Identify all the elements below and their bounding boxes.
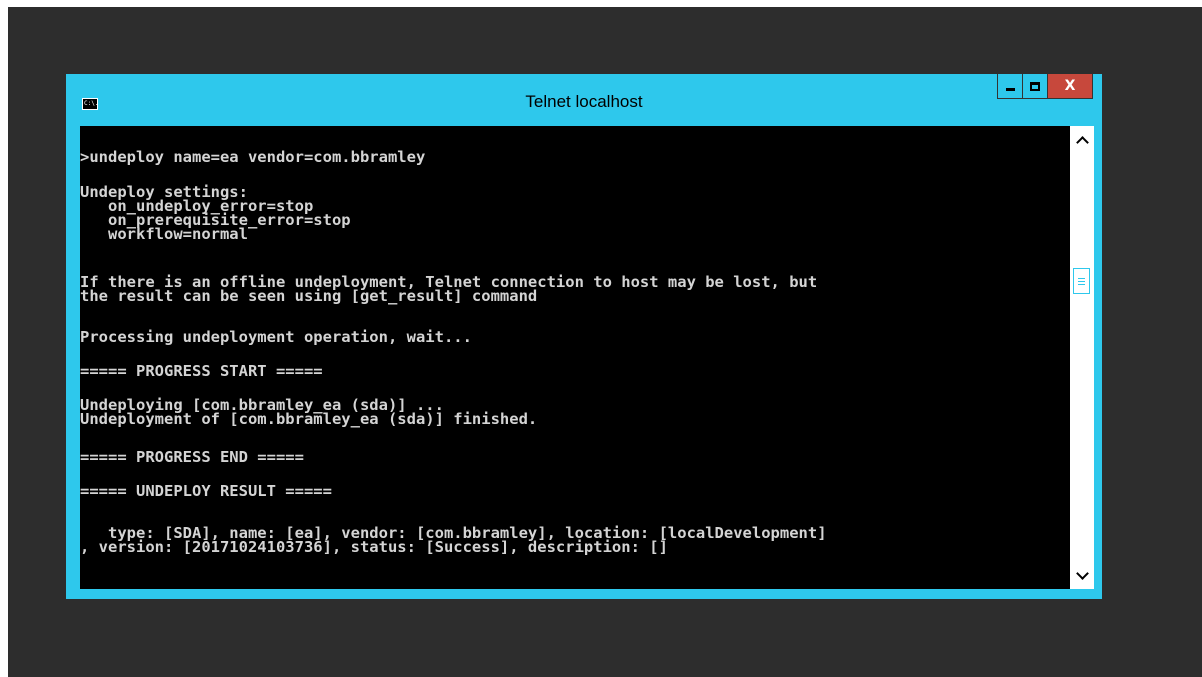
minimize-button[interactable] <box>997 74 1023 99</box>
window-controls: X <box>997 74 1093 99</box>
desktop-background: C:\. Telnet localhost X >undeploy name=e… <box>8 7 1202 677</box>
console-line: Undeployment of [com.bbramley_ea (sda)] … <box>80 410 538 428</box>
scroll-down-button[interactable] <box>1070 565 1094 585</box>
console-line: the result can be seen using [get_result… <box>80 287 538 305</box>
console-line: workflow=normal <box>80 225 248 243</box>
console-line: , version: [20171024103736], status: [Su… <box>80 538 668 556</box>
close-button[interactable]: X <box>1047 74 1093 99</box>
scrollbar-thumb[interactable] <box>1073 268 1090 294</box>
telnet-window[interactable]: C:\. Telnet localhost X >undeploy name=e… <box>66 74 1102 599</box>
maximize-icon <box>1030 81 1040 91</box>
scroll-up-button[interactable] <box>1070 130 1094 150</box>
console-line: ===== UNDEPLOY RESULT ===== <box>80 482 332 500</box>
maximize-button[interactable] <box>1022 74 1048 99</box>
console-line: ===== PROGRESS START ===== <box>80 362 323 380</box>
console-line: >undeploy name=ea vendor=com.bbramley <box>80 148 426 166</box>
scroll-up-arrow-icon <box>1075 135 1089 149</box>
grip-line <box>1078 277 1085 279</box>
window-title: Telnet localhost <box>525 92 643 111</box>
console-line: ===== PROGRESS END ===== <box>80 448 304 466</box>
console-output[interactable]: >undeploy name=ea vendor=com.bbramley Un… <box>80 126 1070 589</box>
console-line: Processing undeployment operation, wait.… <box>80 328 472 346</box>
minimize-icon <box>1005 88 1015 91</box>
vertical-scrollbar[interactable] <box>1070 126 1094 589</box>
close-icon: X <box>1064 78 1076 94</box>
scroll-down-arrow-icon <box>1075 566 1089 580</box>
title-bar[interactable]: C:\. Telnet localhost X <box>66 74 1102 124</box>
grip-line <box>1078 283 1085 285</box>
console-area[interactable]: >undeploy name=ea vendor=com.bbramley Un… <box>80 126 1094 589</box>
grip-line <box>1078 280 1085 282</box>
